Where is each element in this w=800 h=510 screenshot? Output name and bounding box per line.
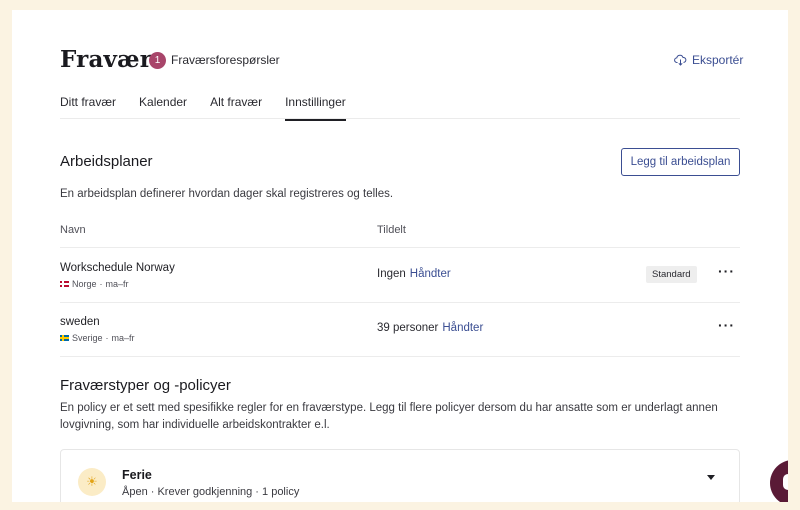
export-button[interactable]: Eksportér (674, 53, 743, 67)
work-schedules-heading: Arbeidsplaner (60, 153, 153, 170)
column-header-assigned: Tildelt (377, 224, 406, 236)
more-options-icon[interactable]: ··· (718, 317, 735, 333)
schedule-country: Sverige (72, 333, 103, 343)
divider (60, 247, 740, 248)
requests-count-badge[interactable]: 1 (149, 52, 166, 69)
assigned-value: Ingen (377, 268, 406, 280)
default-badge: Standard (646, 266, 697, 283)
schedule-assigned: 39 personer Håndter (377, 322, 483, 334)
schedule-meta: Norge · ma–fr (60, 279, 129, 289)
sun-icon: ☀ (78, 468, 106, 496)
schedule-assigned: Ingen Håndter (377, 268, 451, 280)
chat-bubble-icon (783, 474, 788, 490)
divider (60, 356, 740, 357)
chat-launcher-button[interactable] (770, 460, 788, 502)
main-panel: Fravær 1 Fraværsforespørsler Eksportér D… (12, 10, 788, 502)
policies-heading: Fraværstyper og -policyer (60, 377, 231, 394)
policy-card[interactable]: ☀ Ferie Åpen · Krever godkjenning · 1 po… (60, 449, 740, 502)
tab-divider (60, 118, 740, 119)
cloud-download-icon (674, 54, 687, 66)
schedule-days: ma–fr (111, 333, 135, 343)
assigned-value: 39 personer (377, 322, 439, 334)
policies-description: En policy er et sett med spesifikke regl… (60, 402, 718, 431)
column-header-name: Navn (60, 224, 86, 236)
divider (60, 302, 740, 303)
policy-subtitle: Åpen · Krever godkjenning · 1 policy (122, 486, 300, 498)
separator: · (105, 333, 109, 343)
schedule-country: Norge (72, 279, 97, 289)
page-title: Fravær (60, 46, 153, 73)
manage-link[interactable]: Håndter (410, 268, 451, 280)
norway-flag-icon (60, 281, 69, 287)
work-schedules-description: En arbeidsplan definerer hvordan dager s… (60, 188, 394, 200)
chevron-down-icon[interactable] (707, 475, 715, 480)
schedule-days: ma–fr (105, 279, 129, 289)
requests-link[interactable]: Fraværsforespørsler (171, 53, 280, 67)
policy-title: Ferie (122, 468, 152, 482)
more-options-icon[interactable]: ··· (718, 263, 735, 279)
manage-link[interactable]: Håndter (442, 322, 483, 334)
export-label: Eksportér (692, 53, 744, 67)
add-work-schedule-button[interactable]: Legg til arbeidsplan (621, 148, 740, 176)
separator: · (99, 279, 103, 289)
schedule-name[interactable]: sweden (60, 316, 100, 328)
schedule-name[interactable]: Workschedule Norway (60, 262, 175, 274)
sweden-flag-icon (60, 335, 69, 341)
schedule-meta: Sverige · ma–fr (60, 333, 135, 343)
